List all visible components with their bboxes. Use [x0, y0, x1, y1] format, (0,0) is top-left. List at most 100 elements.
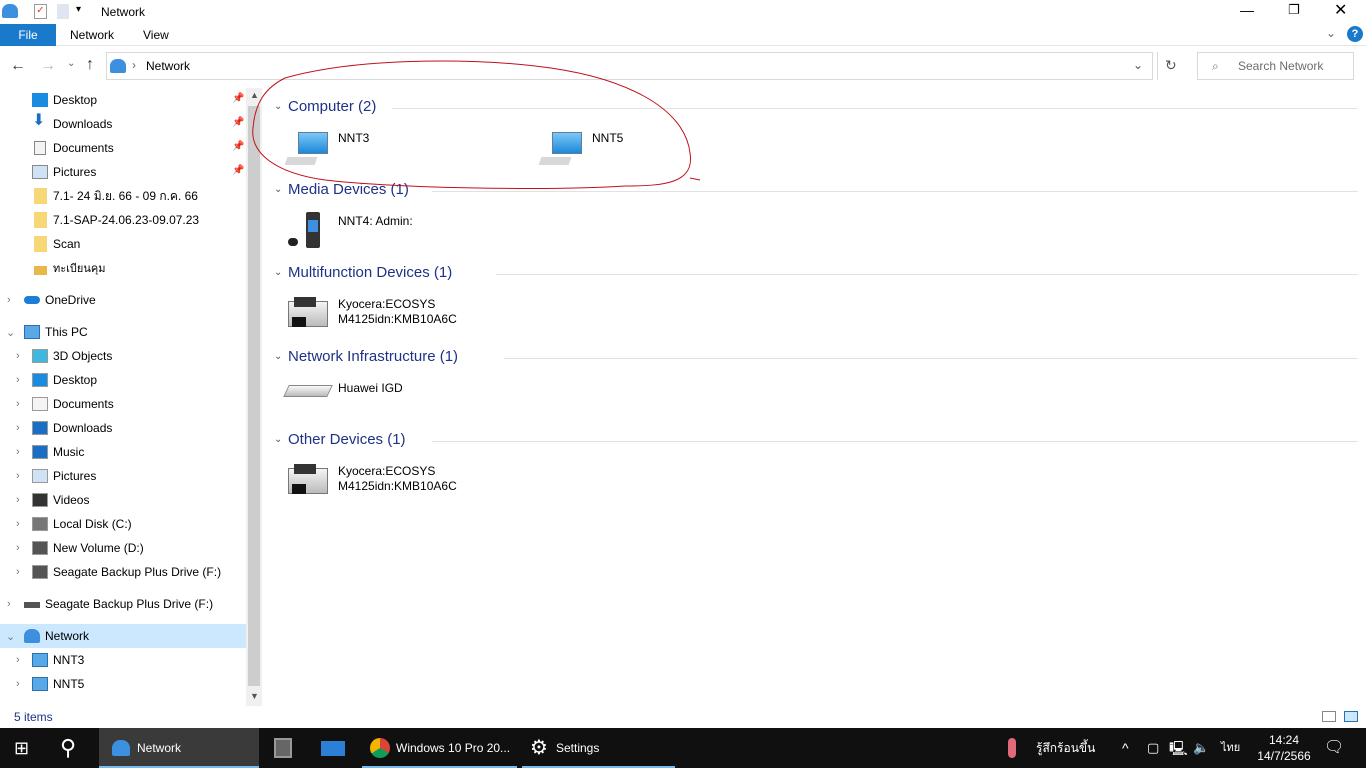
notifications-icon[interactable]: 🗨 [1324, 728, 1344, 768]
expand-chevron-icon[interactable]: › [16, 678, 20, 690]
input-language[interactable]: ไทย [1221, 728, 1240, 768]
close-button[interactable]: ✕ [1334, 0, 1347, 20]
expand-chevron-icon[interactable]: › [16, 398, 20, 410]
item-count: 5 items [14, 710, 53, 724]
nav-item-nnt3[interactable]: NNT3 [32, 648, 84, 672]
properties-icon[interactable]: ✓ [34, 4, 47, 19]
group-header[interactable]: Other Devices (1) [288, 431, 406, 448]
breadcrumb-network[interactable]: Network [146, 59, 190, 73]
mail-icon[interactable] [321, 741, 345, 756]
nav-item-pc[interactable]: Videos [32, 488, 89, 512]
nav-item-pc[interactable]: Documents [32, 392, 114, 416]
device-item[interactable]: Kyocera:ECOSYS M4125idn:KMB10A6C [284, 291, 524, 335]
pin-icon[interactable]: 📌 [232, 141, 244, 152]
nav-item-pc[interactable]: Desktop [32, 368, 97, 392]
customize-qat-icon[interactable]: ▾ [76, 4, 81, 15]
nav-item-locked-folder[interactable]: ทะเบียนคุม [32, 256, 105, 280]
search-placeholder: Search Network [1238, 59, 1324, 73]
tab-view[interactable]: View [129, 24, 183, 46]
expand-chevron-icon[interactable]: › [16, 446, 20, 458]
network-tray-icon[interactable]: 🖳 [1169, 728, 1188, 768]
device-item[interactable]: NNT4: Admin: [284, 208, 524, 252]
help-icon[interactable]: ? [1347, 26, 1363, 42]
search-input[interactable]: ⌕ Search Network [1197, 52, 1354, 80]
nav-item-downloads[interactable]: ⬇ Downloads [32, 112, 112, 136]
address-dropdown-icon[interactable]: ⌄ [1133, 58, 1143, 72]
taskbar-app-chrome[interactable]: Windows 10 Pro 20... [362, 728, 517, 768]
nav-item-documents[interactable]: Documents [32, 136, 114, 160]
nav-item-pc[interactable]: New Volume (D:) [32, 536, 144, 560]
expand-chevron-icon[interactable]: › [16, 350, 20, 362]
clock-date[interactable]: 14/7/2566 [1251, 748, 1317, 764]
expand-chevron-icon[interactable]: › [16, 654, 20, 666]
volume-icon[interactable]: 🔈 [1193, 728, 1209, 768]
large-icons-view-button[interactable] [1344, 711, 1358, 722]
scroll-down-icon[interactable]: ▼ [250, 691, 259, 701]
expand-chevron-icon[interactable]: › [16, 374, 20, 386]
group-header[interactable]: Multifunction Devices (1) [288, 264, 452, 281]
forward-button[interactable]: → [40, 57, 56, 75]
details-view-button[interactable] [1322, 711, 1336, 722]
expand-chevron-icon[interactable]: › [16, 470, 20, 482]
tab-file[interactable]: File [0, 24, 56, 46]
nav-item-pc[interactable]: Downloads [32, 416, 112, 440]
nav-item-pc[interactable]: Seagate Backup Plus Drive (F:) [32, 560, 221, 584]
download-icon [32, 421, 48, 435]
calculator-icon[interactable] [274, 738, 292, 758]
collapse-chevron-icon[interactable]: ⌄ [6, 630, 15, 643]
clock-time[interactable]: 14:24 [1255, 732, 1313, 748]
nav-item-network[interactable]: Network [24, 624, 89, 648]
nav-item-pc[interactable]: Local Disk (C:) [32, 512, 132, 536]
nav-item-onedrive[interactable]: OneDrive [24, 288, 96, 312]
meet-now-icon[interactable]: ▢ [1147, 728, 1159, 768]
nav-item-pictures[interactable]: Pictures [32, 160, 96, 184]
nav-item-nnt5[interactable]: NNT5 [32, 672, 84, 696]
search-button[interactable]: ⚲ [60, 728, 76, 768]
pin-icon[interactable]: 📌 [232, 93, 244, 104]
onedrive-icon [24, 296, 40, 304]
expand-chevron-icon[interactable]: › [16, 566, 20, 578]
minimize-button[interactable]: — [1240, 2, 1254, 18]
collapse-chevron-icon[interactable]: ⌄ [6, 326, 15, 339]
nav-item-this-pc[interactable]: This PC [24, 320, 88, 344]
collapse-group-icon[interactable]: ⌄ [274, 434, 282, 445]
expand-chevron-icon[interactable]: › [16, 494, 20, 506]
refresh-button[interactable]: ↻ [1165, 57, 1177, 74]
nav-item-scan[interactable]: Scan [32, 232, 80, 256]
nav-item-folder[interactable]: 7.1-SAP-24.06.23-09.07.23 [32, 208, 199, 232]
group-header[interactable]: Network Infrastructure (1) [288, 348, 458, 365]
expand-chevron-icon[interactable]: › [7, 598, 11, 610]
show-hidden-icons[interactable]: ^ [1122, 728, 1129, 768]
device-item[interactable]: Huawei IGD [283, 375, 524, 419]
expand-ribbon-icon[interactable]: ⌄ [1326, 26, 1336, 40]
back-button[interactable]: ← [10, 57, 26, 75]
expand-chevron-icon[interactable]: › [7, 294, 11, 306]
expand-chevron-icon[interactable]: › [16, 422, 20, 434]
tab-network[interactable]: Network [56, 24, 128, 46]
documents-icon [32, 397, 48, 411]
taskbar-app-settings[interactable]: ⚙ Settings [522, 728, 675, 768]
nav-item-desktop[interactable]: Desktop [32, 88, 97, 112]
expand-chevron-icon[interactable]: › [16, 518, 20, 530]
expand-chevron-icon[interactable]: › [16, 542, 20, 554]
nav-item-pc[interactable]: Pictures [32, 464, 96, 488]
nav-item-pc[interactable]: 3D Objects [32, 344, 112, 368]
weather-text[interactable]: รู้สึกร้อนขึ้น [1036, 728, 1095, 768]
network-icon [24, 629, 40, 643]
videos-icon [32, 493, 48, 507]
collapse-group-icon[interactable]: ⌄ [274, 351, 282, 362]
nav-item-folder[interactable]: 7.1- 24 มิ.ย. 66 - 09 ก.ค. 66 [32, 184, 198, 208]
restore-button[interactable]: ❐ [1288, 2, 1300, 18]
start-button[interactable]: ⊞ [14, 728, 29, 768]
pin-icon[interactable]: 📌 [232, 117, 244, 128]
folder-icon [34, 236, 47, 252]
new-folder-icon[interactable] [57, 4, 69, 19]
nav-item-seagate[interactable]: Seagate Backup Plus Drive (F:) [24, 592, 213, 616]
nav-item-pc[interactable]: Music [32, 440, 84, 464]
taskbar-app-explorer[interactable]: Network [99, 728, 259, 768]
recent-locations-button[interactable]: ⌄ [67, 58, 75, 69]
collapse-group-icon[interactable]: ⌄ [274, 267, 282, 278]
device-item[interactable]: Kyocera:ECOSYS M4125idn:KMB10A6C [284, 458, 524, 502]
up-button[interactable]: ↑ [86, 56, 94, 74]
pin-icon[interactable]: 📌 [232, 165, 244, 176]
